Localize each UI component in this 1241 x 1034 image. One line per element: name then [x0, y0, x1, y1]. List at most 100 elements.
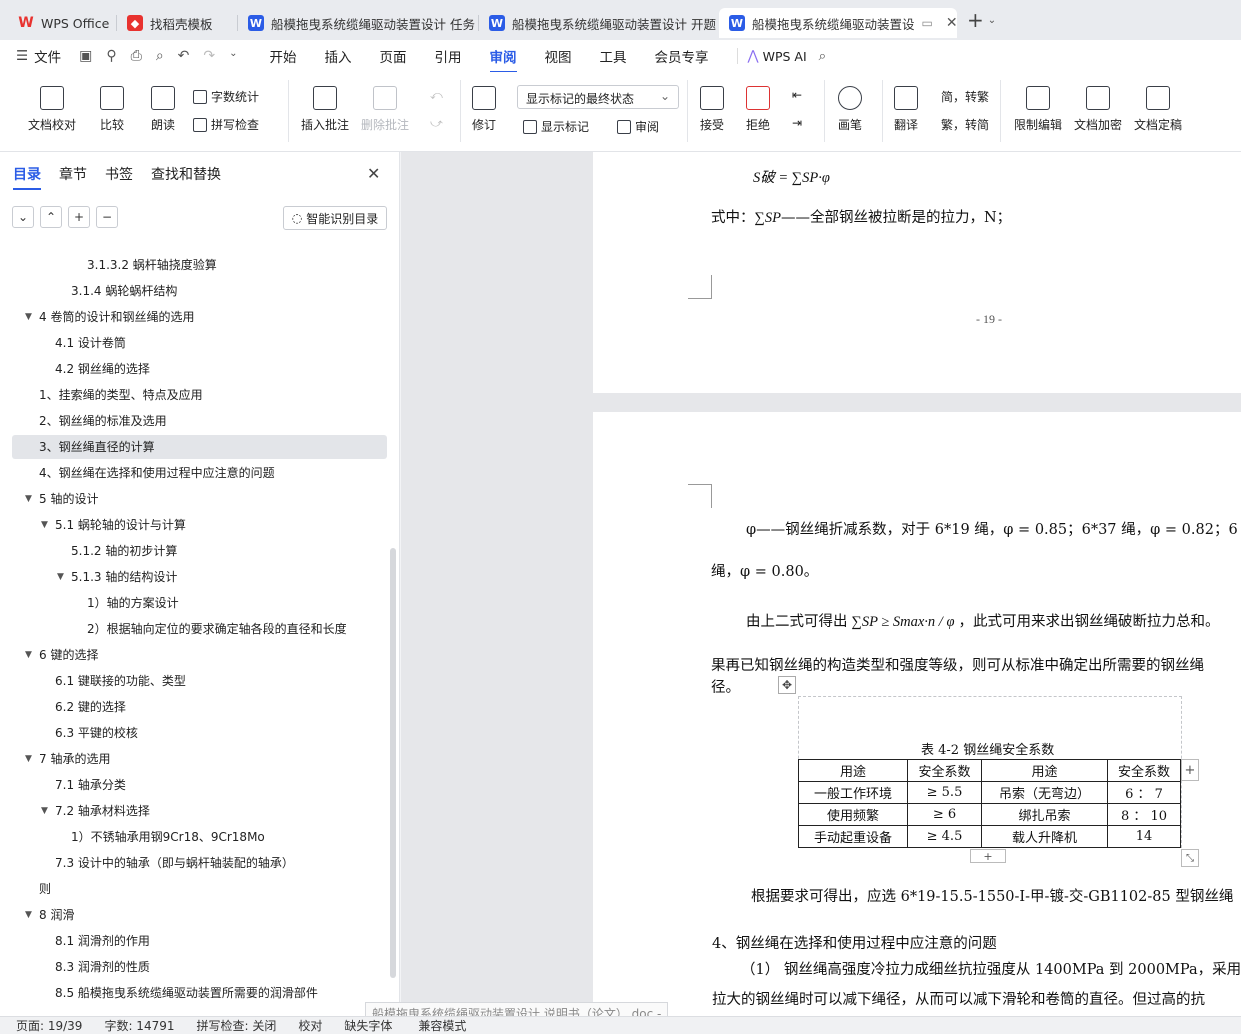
missing-font-status[interactable]: 缺失字体	[344, 1017, 392, 1034]
toc-item[interactable]: 3、钢丝绳直径的计算	[39, 436, 155, 458]
show-markup-button[interactable]: 显示标记	[523, 118, 589, 135]
toc-item[interactable]: 1）轴的方案设计	[87, 592, 179, 614]
hamburger-icon[interactable]: ☰	[16, 48, 28, 64]
toc-item[interactable]: 3.1.3.2 蜗杆轴挠度验算	[87, 254, 217, 276]
menu-member[interactable]: 会员专享	[655, 46, 709, 66]
menu-insert[interactable]: 插入	[325, 46, 352, 66]
proof-status[interactable]: 校对	[298, 1017, 322, 1034]
expand-triangle-icon[interactable]: ▼	[25, 748, 32, 770]
insert-comment-button[interactable]: 插入批注	[301, 86, 349, 133]
reject-button[interactable]: 拒绝	[746, 86, 770, 133]
toc-item[interactable]: 6.2 键的选择	[55, 696, 126, 718]
doc-check-button[interactable]: 文档校对	[28, 86, 76, 133]
add-row-icon[interactable]: +	[970, 849, 1006, 863]
tab-docer-template[interactable]: ◆ 找稻壳模板	[117, 8, 237, 38]
delete-comment-button[interactable]: 删除批注	[361, 86, 409, 133]
toc-item[interactable]: 1）不锈轴承用钢9Cr18、9Cr18Mo	[71, 826, 265, 848]
finalize-button[interactable]: 文档定稿	[1134, 86, 1182, 133]
toc-item[interactable]: 1、挂索绳的类型、特点及应用	[39, 384, 203, 406]
redo-icon[interactable]: ↷	[203, 48, 215, 64]
search-icon[interactable]: ⌕	[819, 48, 827, 64]
expand-triangle-icon[interactable]: ▼	[41, 800, 48, 822]
toc-item[interactable]: 3.1.4 蜗轮蜗杆结构	[71, 280, 177, 302]
close-tab-icon[interactable]: ✕	[946, 15, 957, 31]
print-preview-icon[interactable]: ⌕	[156, 48, 164, 64]
tab-toc[interactable]: 目录	[13, 164, 41, 190]
table-move-handle-icon[interactable]: ✥	[778, 676, 796, 694]
next-comment-icon[interactable]: ⤻	[430, 116, 443, 131]
tab-chapters[interactable]: 章节	[59, 164, 87, 184]
toc-item[interactable]: 2、钢丝绳的标准及选用	[39, 410, 167, 432]
more-chevron-icon[interactable]: ⌄	[229, 48, 237, 64]
toc-item[interactable]: ▼ 7.2 轴承材料选择	[41, 800, 150, 822]
expand-chevron-icon[interactable]: ⌄	[12, 206, 34, 228]
word-count-button[interactable]: 字数统计	[193, 88, 259, 105]
tab-doc-proposal[interactable]: W 船模拖曳系统缆绳驱动装置设计 开题	[479, 8, 719, 38]
toc-item[interactable]: 8.3 润滑剂的性质	[55, 956, 150, 978]
toc-item[interactable]: 6.3 平键的校核	[55, 722, 138, 744]
toc-item[interactable]: 7.1 轴承分类	[55, 774, 126, 796]
new-tab-icon[interactable]: +	[967, 8, 984, 32]
pen-button[interactable]: 画笔	[838, 86, 862, 133]
sidebar-scrollbar[interactable]	[390, 548, 396, 978]
undo-icon[interactable]: ↶	[178, 48, 190, 64]
expand-triangle-icon[interactable]: ▼	[25, 904, 32, 926]
tab-bookmarks[interactable]: 书签	[105, 164, 133, 184]
menu-review[interactable]: 审阅	[489, 46, 517, 73]
remove-icon[interactable]: −	[96, 206, 118, 228]
accept-button[interactable]: 接受	[700, 86, 724, 133]
spell-check-button[interactable]: 拼写检查	[193, 116, 259, 133]
tab-doc-task[interactable]: W 船模拖曳系统缆绳驱动装置设计 任务	[238, 8, 478, 38]
add-column-icon[interactable]: +	[1181, 759, 1199, 781]
smart-toc-button[interactable]: ◌ 智能识别目录	[283, 206, 387, 230]
expand-triangle-icon[interactable]: ▼	[41, 514, 48, 536]
prev-change-icon[interactable]: ⇤	[792, 88, 802, 102]
page-indicator[interactable]: 页面: 19/39	[16, 1017, 82, 1034]
revise-button[interactable]: 修订	[472, 86, 496, 133]
simp-to-trad-button[interactable]: 简，转繁	[941, 88, 989, 105]
toc-item[interactable]: 5.1.2 轴的初步计算	[71, 540, 177, 562]
resize-table-icon[interactable]: ⤡	[1181, 849, 1199, 867]
close-icon[interactable]: ✕	[367, 164, 380, 183]
trad-to-simp-button[interactable]: 繁，转简	[941, 116, 989, 133]
collapse-chevron-icon[interactable]: ⌃	[40, 206, 62, 228]
toc-item[interactable]: 7.3 设计中的轴承（即与蜗杆轴装配的轴承）	[55, 852, 294, 874]
share-icon[interactable]: ⚲	[106, 48, 116, 64]
compare-button[interactable]: 比较	[100, 86, 124, 133]
markup-state-select[interactable]: 显示标记的最终状态 ⌄	[517, 85, 679, 109]
add-icon[interactable]: +	[68, 206, 90, 228]
translate-button[interactable]: 翻译	[894, 86, 918, 133]
word-count-indicator[interactable]: 字数: 14791	[104, 1017, 174, 1034]
restrict-edit-button[interactable]: 限制编辑	[1014, 86, 1062, 133]
file-menu[interactable]: 文件	[34, 46, 61, 66]
menu-view[interactable]: 视图	[545, 46, 572, 66]
toc-item[interactable]: ▼ 5.1.3 轴的结构设计	[57, 566, 177, 588]
menu-tools[interactable]: 工具	[600, 46, 627, 66]
expand-triangle-icon[interactable]: ▼	[25, 488, 32, 510]
toc-item[interactable]: ▼ 5.1 蜗轮轴的设计与计算	[41, 514, 186, 536]
toc-item[interactable]: 6.1 键联接的功能、类型	[55, 670, 186, 692]
toc-item[interactable]: ▼ 6 键的选择	[25, 644, 98, 666]
toc-item[interactable]: ▼ 7 轴承的选用	[25, 748, 110, 770]
toc-item[interactable]: 8.5 船模拖曳系统缆绳驱动装置所需要的润滑部件	[55, 982, 318, 1004]
toc-item[interactable]: 4.2 钢丝绳的选择	[55, 358, 150, 380]
print-icon[interactable]: ⎙	[131, 48, 142, 64]
tab-list-chevron-icon[interactable]: ⌄	[988, 15, 996, 26]
next-change-icon[interactable]: ⇥	[792, 116, 802, 130]
toc-item[interactable]: ▼ 5 轴的设计	[25, 488, 98, 510]
menu-page[interactable]: 页面	[380, 46, 407, 66]
tab-find-replace[interactable]: 查找和替换	[151, 164, 221, 184]
menu-reference[interactable]: 引用	[435, 46, 462, 66]
toc-item[interactable]: 4.1 设计卷筒	[55, 332, 126, 354]
toc-item[interactable]: 4、钢丝绳在选择和使用过程中应注意的问题	[39, 462, 275, 484]
save-icon[interactable]: ▣	[79, 48, 92, 64]
read-aloud-button[interactable]: 朗读	[151, 86, 175, 133]
menu-start[interactable]: 开始	[270, 46, 297, 66]
monitor-icon[interactable]: ▭	[922, 16, 933, 30]
wps-ai-button[interactable]: WPS AI	[763, 49, 807, 64]
encrypt-button[interactable]: 文档加密	[1074, 86, 1122, 133]
review-pane-button[interactable]: 审阅	[617, 118, 659, 135]
toc-item[interactable]: 则	[39, 878, 51, 900]
spell-check-status[interactable]: 拼写检查: 关闭	[197, 1017, 277, 1034]
prev-comment-icon[interactable]: ⤺	[430, 88, 443, 103]
